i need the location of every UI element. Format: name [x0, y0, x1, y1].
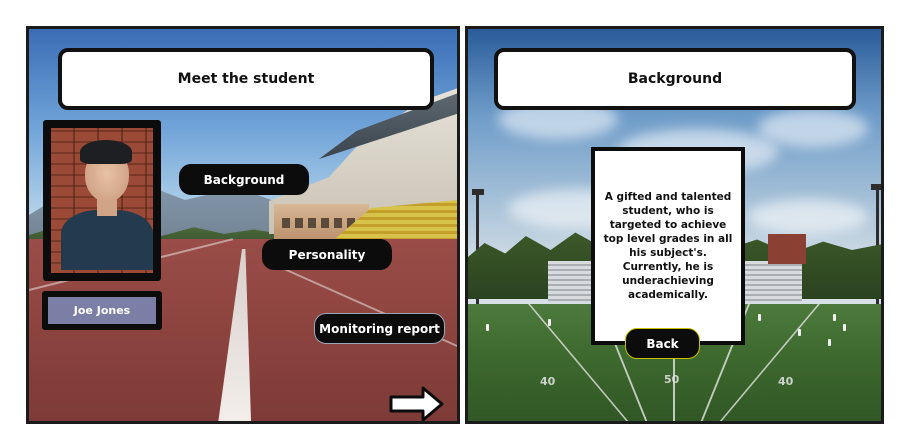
floodlight-lamp: [472, 189, 484, 195]
player: [548, 319, 551, 326]
player: [833, 314, 836, 321]
meet-the-student-screen: Meet the student Joe Jones Background Pe…: [26, 26, 460, 424]
player: [758, 314, 761, 321]
screen-title: Background: [494, 48, 856, 110]
player: [843, 324, 846, 331]
screen-title: Meet the student: [58, 48, 434, 110]
cloud: [758, 109, 868, 147]
yard-number: 40: [540, 375, 556, 388]
floodlight-lamp: [871, 184, 881, 190]
monitoring-report-button[interactable]: Monitoring report: [314, 313, 445, 344]
background-description-text: A gifted and talented student, who is ta…: [603, 191, 733, 301]
right-arrow-icon[interactable]: [389, 386, 445, 422]
background-screen: 40 50 40 Background A gifted and talente…: [465, 26, 884, 424]
player: [486, 324, 489, 331]
player: [828, 339, 831, 346]
background-description-card: A gifted and talented student, who is ta…: [591, 147, 745, 345]
personality-button[interactable]: Personality: [262, 239, 392, 270]
bleachers: [548, 261, 593, 303]
student-cap: [80, 140, 132, 164]
player: [798, 329, 801, 336]
red-building: [768, 234, 806, 264]
student-photo: [51, 128, 153, 273]
cloud: [748, 199, 868, 234]
back-button[interactable]: Back: [625, 328, 700, 359]
background-button[interactable]: Background: [179, 164, 309, 195]
yard-number: 40: [778, 375, 794, 388]
student-name: Joe Jones: [48, 297, 156, 324]
bleachers: [740, 261, 802, 303]
yard-number: 50: [664, 373, 680, 386]
student-shirt: [61, 210, 153, 270]
